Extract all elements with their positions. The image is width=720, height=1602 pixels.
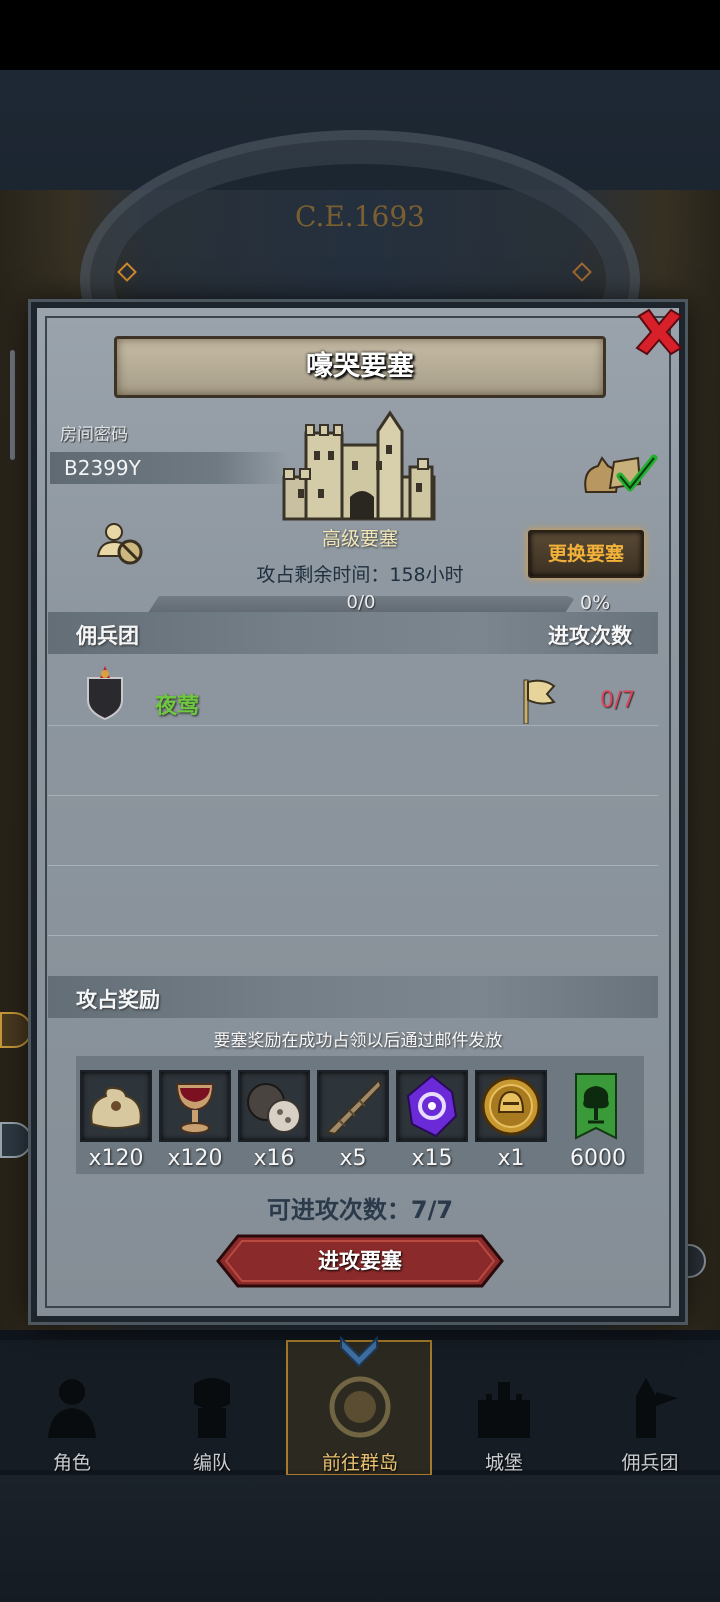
truffle-icon — [247, 1083, 301, 1133]
mercenary-header: 佣兵团 — [76, 624, 139, 648]
dialog-title: 嚎哭要塞 — [306, 351, 414, 382]
nav-label: 角色 — [52, 1452, 91, 1474]
room-code-label: 房间密码 — [60, 425, 128, 445]
reward-quantity: x5 — [339, 1146, 367, 1171]
progress-count: 0/0 — [346, 592, 376, 613]
rewards-header: 攻占奖励 — [76, 988, 160, 1012]
reward-crystal[interactable] — [396, 1070, 468, 1144]
fortress-type-label: 高级要塞 — [321, 528, 398, 550]
reward-truffle[interactable] — [238, 1070, 310, 1144]
reward-quantity: x16 — [253, 1146, 295, 1171]
reward-helmet-coin[interactable] — [475, 1070, 547, 1144]
progress-percent: 0% — [580, 592, 611, 614]
empty-mercenary-slot — [48, 866, 658, 936]
empty-mercenary-slot — [48, 726, 658, 796]
helmet-coin-icon — [481, 1076, 541, 1136]
mercenary-row[interactable] — [48, 656, 658, 726]
attack-fortress-label: 进攻要塞 — [318, 1249, 402, 1273]
formation-icon — [194, 1378, 230, 1438]
nav-label: 城堡 — [484, 1452, 523, 1474]
flag-icon — [523, 679, 556, 724]
guild-emblem-icon — [87, 666, 123, 720]
islands-icon — [329, 1376, 391, 1438]
reward-quantity: x15 — [411, 1146, 453, 1171]
fortress-castle-icon — [282, 410, 436, 521]
mercenary-icon — [636, 1378, 678, 1438]
nav-label: 前往群岛 — [321, 1452, 398, 1474]
reward-goblet[interactable] — [159, 1070, 231, 1144]
mercenary-attack-count: 0/7 — [600, 688, 636, 713]
tree-banner-icon[interactable] — [574, 1072, 618, 1140]
nav-label: 编队 — [192, 1452, 231, 1474]
available-attacks-label: 可进攻次数：7/7 — [266, 1196, 454, 1224]
close-icon — [635, 308, 683, 356]
castle-icon — [478, 1382, 530, 1438]
attacks-header: 进攻次数 — [548, 624, 632, 648]
horn-icon — [325, 1078, 383, 1136]
status-bar — [0, 0, 720, 70]
goblet-icon — [175, 1083, 215, 1134]
bottom-bar — [0, 1475, 720, 1602]
sack-icon — [90, 1086, 142, 1129]
rewards-note: 要塞奖励在成功占领以后通过邮件发放 — [213, 1031, 503, 1051]
era-label: C.E.1693 — [295, 200, 425, 233]
empty-mercenary-slot — [48, 796, 658, 866]
close-button[interactable] — [633, 306, 685, 358]
reward-quantity: x120 — [88, 1146, 144, 1171]
reward-sack[interactable] — [80, 1070, 152, 1144]
scrollbar[interactable] — [10, 350, 15, 460]
crystal-icon — [406, 1074, 458, 1138]
supply-bag-check-icon[interactable] — [580, 448, 660, 498]
character-icon — [48, 1379, 96, 1438]
room-code-value[interactable]: B2399Y — [64, 453, 141, 483]
reward-quantity: x120 — [167, 1146, 223, 1171]
reward-horn[interactable] — [317, 1070, 389, 1144]
mercenary-name: 夜莺 — [155, 694, 200, 719]
reward-quantity: 6000 — [570, 1146, 626, 1171]
reward-quantity: x1 — [497, 1146, 525, 1171]
nav-label: 佣兵团 — [621, 1452, 679, 1474]
occupation-time-remaining: 攻占剩余时间：158小时 — [256, 564, 464, 586]
